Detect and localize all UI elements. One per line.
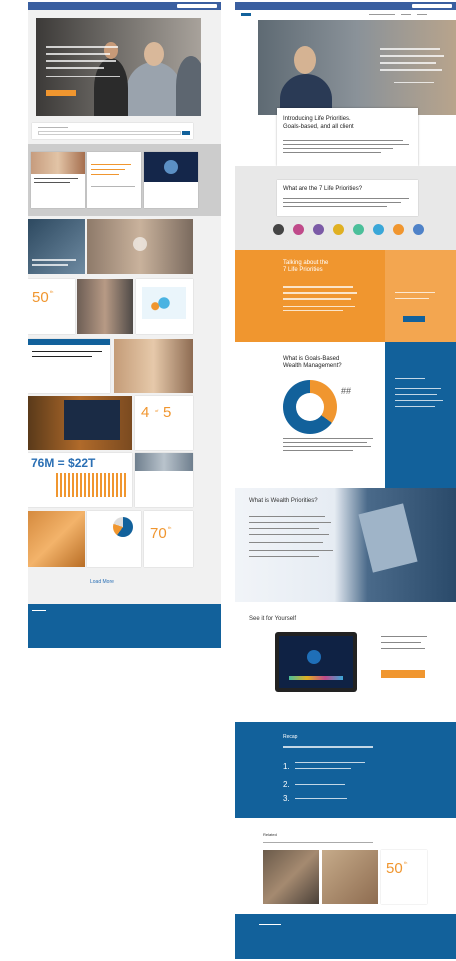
- related-card-2[interactable]: [322, 850, 378, 904]
- infographic-tile[interactable]: [136, 279, 193, 334]
- tablet-app-tile[interactable]: [28, 396, 132, 450]
- priority-icon-5[interactable]: [353, 224, 364, 235]
- intro-card: Introducing Life Priorities. Goals-based…: [277, 108, 418, 166]
- wealth-section: What is Wealth Priorities?: [235, 488, 456, 602]
- steps-title: Recap: [283, 734, 298, 740]
- talking-title-line1: Talking about the: [283, 260, 329, 266]
- article-tile-blue[interactable]: [28, 339, 110, 393]
- goals-section: What is Goals-Based Wealth Management? #…: [235, 342, 456, 488]
- top-nav-bar: [235, 2, 456, 10]
- priority-icon-4[interactable]: [333, 224, 344, 235]
- load-more-link[interactable]: Load More: [90, 579, 114, 585]
- related-card-stat[interactable]: 50 th: [381, 850, 427, 904]
- featured-card-2[interactable]: [87, 152, 141, 208]
- talking-title-line2: 7 Life Priorities: [283, 267, 323, 273]
- stat-tile-50th[interactable]: 50 th: [28, 279, 75, 334]
- goals-sidebar: [385, 342, 456, 488]
- step-2-number: 2.: [283, 780, 290, 789]
- stat-headline: 76M = $22T: [31, 456, 96, 470]
- search-input[interactable]: [412, 4, 452, 8]
- priority-icon-8[interactable]: [413, 224, 424, 235]
- stat-of: of: [155, 408, 159, 413]
- video-tile-wide[interactable]: [87, 219, 193, 274]
- video-tile[interactable]: [28, 219, 85, 274]
- top-nav-bar: [28, 2, 221, 10]
- hero-cta-button[interactable]: [46, 90, 76, 96]
- related-card-1[interactable]: [263, 850, 319, 904]
- stat-number: 50: [32, 289, 49, 306]
- step-1-number: 1.: [283, 762, 290, 771]
- tools-cta-button[interactable]: [381, 670, 425, 678]
- stat-number: 50: [386, 860, 403, 877]
- priority-icon-1[interactable]: [273, 224, 284, 235]
- steps-section: Recap 1. 2. 3.: [235, 722, 456, 818]
- search-input[interactable]: [177, 4, 217, 8]
- seven-priorities-section: What are the 7 Life Priorities?: [235, 166, 456, 250]
- priority-icon-3[interactable]: [313, 224, 324, 235]
- tablet-hand-image: [358, 503, 418, 573]
- goals-title-line1: What is Goals-Based: [283, 356, 340, 362]
- donut-value-label: ##: [341, 386, 352, 396]
- tools-title: See it for Yourself: [249, 616, 297, 622]
- stat-tile-70th[interactable]: 70 th: [144, 511, 193, 567]
- featured-card-3[interactable]: [144, 152, 198, 208]
- filter-go-button[interactable]: [182, 131, 190, 135]
- stat-suffix: th: [50, 289, 54, 294]
- right-page: Introducing Life Priorities. Goals-based…: [235, 2, 456, 959]
- filter-search-input[interactable]: [38, 131, 181, 135]
- wealth-title: What is Wealth Priorities?: [249, 498, 318, 504]
- people-photo-tile[interactable]: [135, 453, 193, 507]
- featured-carousel: [28, 144, 221, 216]
- filter-bar: [32, 123, 193, 139]
- stat-suffix: th: [404, 860, 408, 865]
- hero-image: [258, 20, 456, 115]
- priority-icon-2[interactable]: [293, 224, 304, 235]
- hero-banner: [36, 18, 201, 116]
- step-3-number: 3.: [283, 794, 290, 803]
- stat-number: 70: [150, 525, 167, 542]
- team-photo-tile[interactable]: [77, 279, 133, 334]
- stat-number: 4: [141, 404, 150, 421]
- chart-tile[interactable]: [87, 511, 141, 567]
- orange-photo-tile[interactable]: [28, 511, 85, 567]
- footer: [235, 914, 456, 959]
- related-title: Related: [263, 832, 277, 837]
- featured-card-1[interactable]: [31, 152, 85, 208]
- tablet-device: [275, 632, 357, 692]
- intro-title-line1: Introducing Life Priorities.: [283, 116, 351, 122]
- footer: [28, 604, 221, 648]
- stat-number-2: 5: [163, 404, 172, 421]
- logo[interactable]: [241, 13, 251, 16]
- stat-tile-4-of-5[interactable]: 4 of 5: [135, 396, 193, 450]
- priority-icon-6[interactable]: [373, 224, 384, 235]
- people-pictogram: [56, 473, 126, 497]
- seven-priorities-title: What are the 7 Life Priorities?: [283, 186, 363, 192]
- talking-cta-button[interactable]: [403, 316, 425, 322]
- tools-section: See it for Yourself: [235, 602, 456, 722]
- stat-suffix: th: [168, 525, 172, 530]
- main-nav: [235, 10, 456, 20]
- priority-icons: [273, 224, 424, 236]
- seven-priorities-card: What are the 7 Life Priorities?: [277, 180, 418, 216]
- stat-tile-76m[interactable]: 76M = $22T: [28, 453, 132, 507]
- related-section: Related 50 th: [235, 818, 456, 914]
- play-icon[interactable]: [133, 237, 147, 251]
- family-photo-tile[interactable]: [114, 339, 193, 393]
- goals-title-line2: Wealth Management?: [283, 363, 342, 369]
- intro-title-line2: Goals-based, and all client: [283, 124, 354, 130]
- priority-icon-7[interactable]: [393, 224, 404, 235]
- left-page: 50 th 4 of 5 76M = $22T 70 th Load More: [28, 2, 221, 648]
- talking-section: Talking about the 7 Life Priorities: [235, 250, 456, 342]
- play-icon[interactable]: [164, 160, 178, 174]
